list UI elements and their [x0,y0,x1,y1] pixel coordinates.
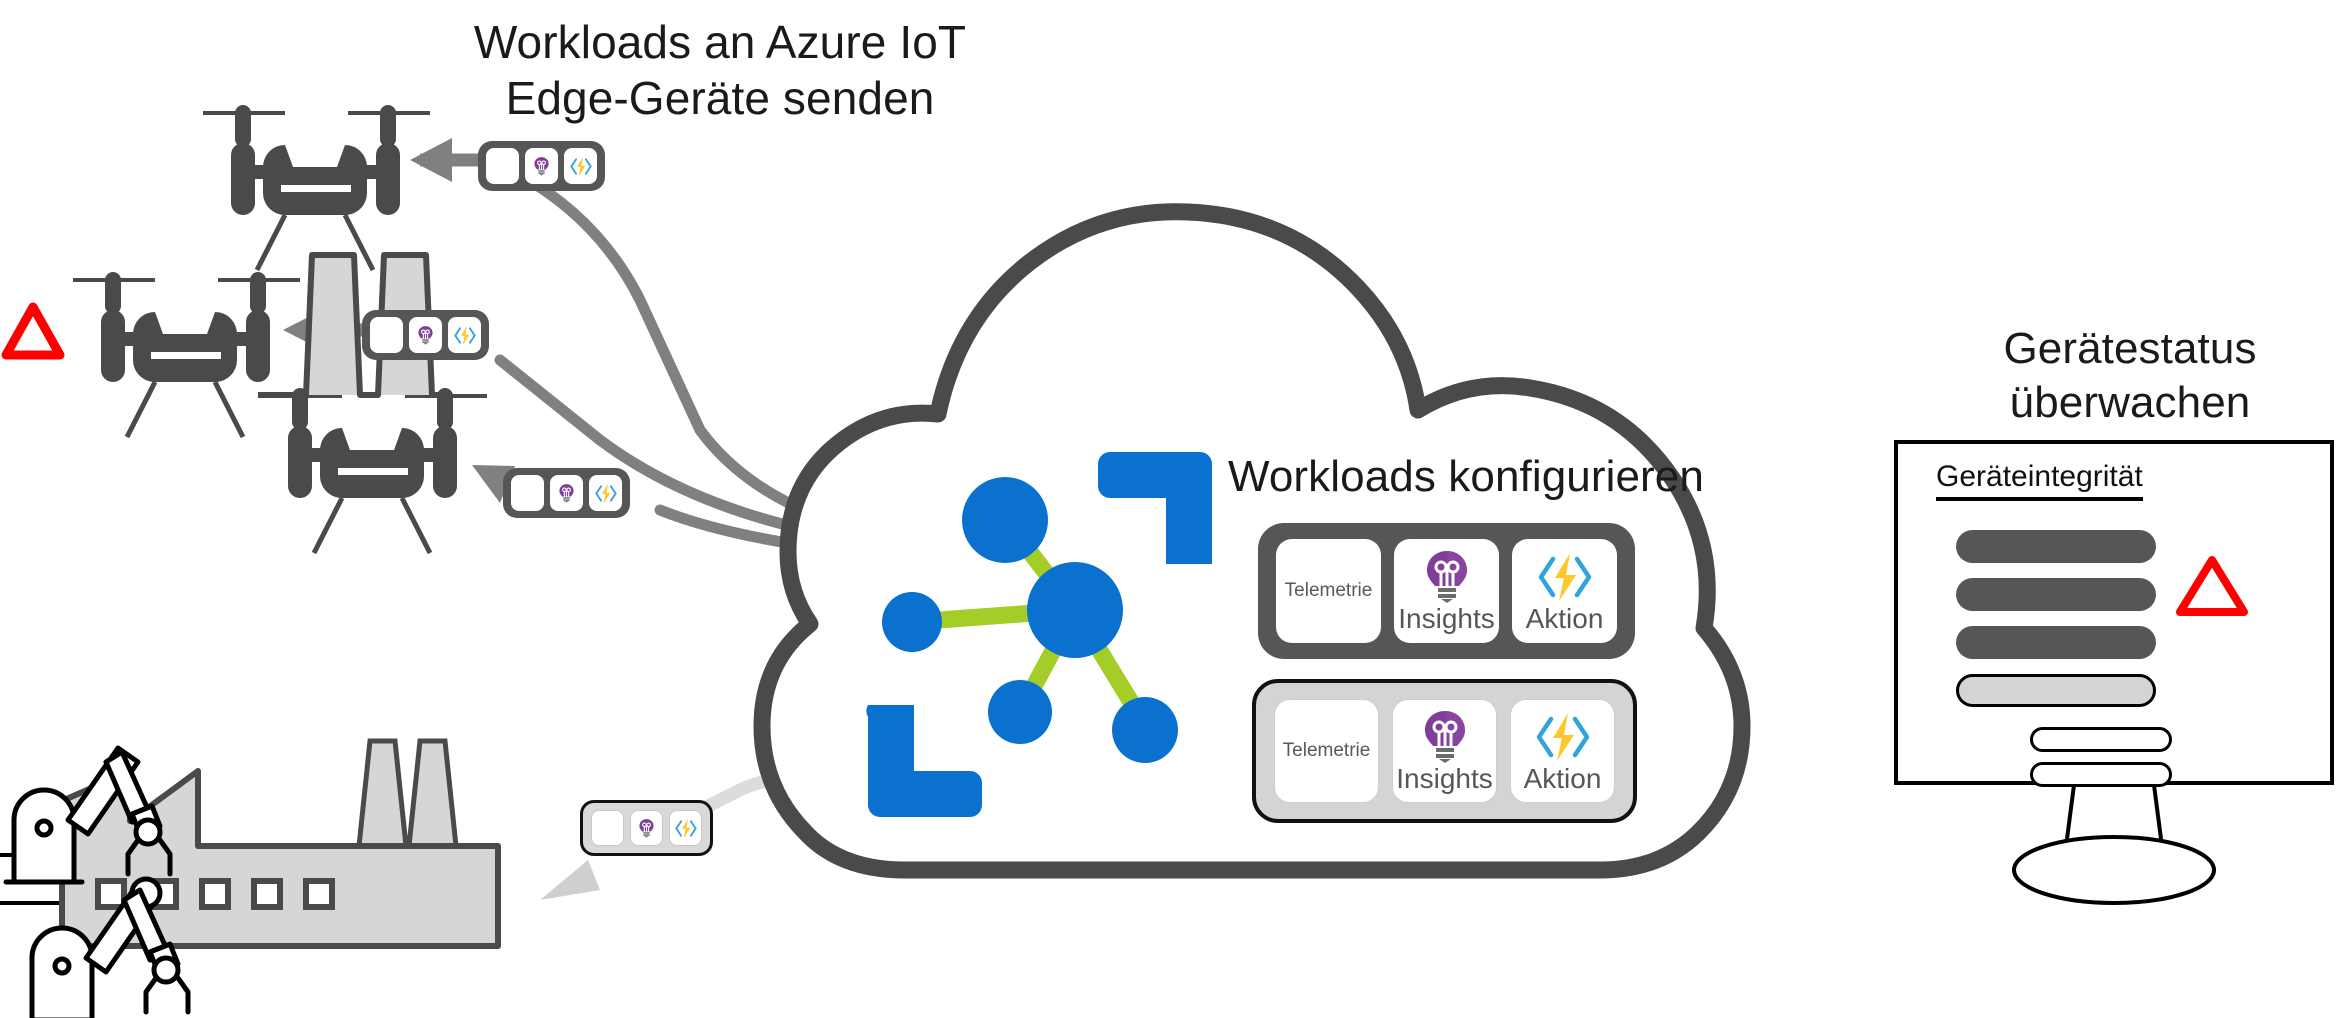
monitor-stand-layer [2012,784,2216,905]
diagram-canvas: Workloads an Azure IoT Edge-Geräte sende… [0,0,2347,1018]
